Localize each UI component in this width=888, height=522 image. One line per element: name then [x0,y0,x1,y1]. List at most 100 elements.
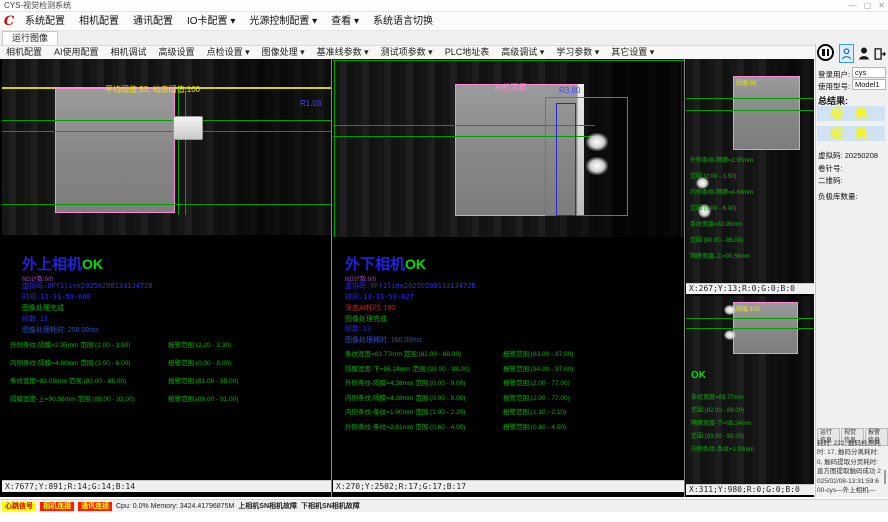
camera-image-upper[interactable]: 平均阈值:93, 动态阈值:100 R1.03 [2,59,331,235]
model-field[interactable]: Model1 [852,79,886,90]
result-ok-label: OK [691,370,706,381]
menu-bar: C 系统配置 相机配置 通讯配置 IO卡配置 ▾ 光源控制配置 ▾ 查看 ▾ 系… [0,13,888,31]
roi-measure-blue-rect [556,103,576,216]
tool-advanced-settings[interactable]: 高级设置 [153,46,201,59]
menu-light-config[interactable]: 光源控制配置 ▾ [242,13,324,30]
alarm-range: 报警范围:(94.00 - 97.00) [503,363,573,373]
alarm-range: 报警范围:(2.00 - 77.00) [503,392,570,402]
model-label: 使用型号: [818,81,850,92]
log-text-area[interactable]: 耗时: 222, 触码检测耗时: 17, 触码分离耗时: 0, 触码提取分页耗时… [817,439,881,495]
tool-image-processing[interactable]: 图像处理 ▾ [256,46,311,59]
minimize-icon[interactable]: — [849,0,857,12]
exit-button[interactable] [872,44,887,63]
measure-value: 条纹宽度=83.05mm 范围:(80.00 - 86.00) [10,375,168,385]
maximize-icon[interactable]: ▢ [864,0,872,12]
panel-divider [331,59,332,497]
tool-baseline-params[interactable]: 基准线参数 ▾ [311,46,375,59]
measure-mark-label: R1.03 [300,99,321,108]
measure-value: 条纹宽度=83.77mm 范围:(82.00 - 88.00) [345,348,503,358]
measurement-row: 隔膜宽度-上=90.56mm 范围:(88.00 - 92.00) 报警范围:(… [10,393,328,403]
status-bar: 心跳信号 相机连接 通讯连接 Cpu: 0.0% Memory: 3424.41… [0,499,888,512]
threshold-overlay-label: 阈值:100 [736,304,760,313]
tab-strip: 运行图像 [0,31,888,46]
operator-mode-button[interactable] [839,44,854,63]
time-line: 时间:13-31-59-600 [22,292,91,302]
alarm-range: 报警范围:(0.00 - 8.00) [168,357,231,367]
barcode-line: 虚拟码:0Ff1line2025020813313472B [22,281,153,291]
login-user-field[interactable]: cys [852,67,886,78]
tool-learning-params[interactable]: 学习参数 ▾ [550,46,605,59]
thumbnail-panel-top: 阈值:93 外侧条纹-隔膜=2.95mm 范围:(2.00 - 3.50) 内侧… [686,59,814,294]
window-title: CYS-视觉检测系统 [4,1,71,10]
pin-number-label: 卷针号: [818,163,843,174]
tool-advanced-debug[interactable]: 高级调试 ▾ [495,46,550,59]
menu-view[interactable]: 查看 ▾ [324,13,366,30]
tool-testitem-params[interactable]: 测试项参数 ▾ [375,46,439,59]
measure-value: 隔膜宽度-上=90.56mm 范围:(88.00 - 92.00) [10,393,168,403]
glint-spot [724,305,736,315]
tool-other-settings[interactable]: 其它设置 ▾ [605,46,660,59]
measure-value: 外侧条纹-条纹=2.61mm 范围:(0.60 - 4.00) [345,421,503,431]
measure-value: 外侧条纹-隔膜=2.95mm 范围:(2.00 - 3.50) [10,339,168,349]
result-box-upper: 结 果 [817,106,885,121]
camera-panel-lower: AI检测框 R3.80 外下相机OK NG计数:0/0 虚拟码:0Ff1line… [333,59,684,492]
qr-code-label: 二维码: [818,175,843,186]
camera-image-lower[interactable]: AI检测框 R3.80 [333,59,684,237]
result-box-lower: 结 果 [817,126,885,141]
thumb-measure-line: 条纹宽度=83.05mm [690,219,743,228]
glint-spot [586,133,608,151]
measurement-row: 外侧条纹-隔膜=2.95mm 范围:(2.00 - 3.50) 报警范围:(2.… [10,339,328,349]
measure-value: 内侧条纹-条纹=1.90mm 范围:(1.00 - 2.20) [345,406,503,416]
frames-line: 帧数: 13 [22,314,48,324]
menu-camera-config[interactable]: 相机配置 [72,13,126,30]
measurement-row: 内侧条纹-条纹=1.90mm 范围:(1.00 - 2.20) 报警范围:(1.… [345,406,675,416]
baseline-3 [2,204,331,205]
thumb-measure-line: 内侧条纹-条纹=1.90mm [691,444,754,453]
menu-language-switch[interactable]: 系统语言切换 [366,13,440,30]
log-scrollbar[interactable] [884,470,886,484]
menu-io-config[interactable]: IO卡配置 ▾ [180,13,242,30]
pixel-coordinate-caption: X:311;Y:980;R:0;G:0;B:0 [686,484,814,495]
tool-camera-debug[interactable]: 相机调试 [105,46,153,59]
tab-run-image[interactable]: 运行图像 [2,31,58,45]
measurement-row: 隔膜宽度-下=95.24mm 范围:(93.00 - 98.00) 报警范围:(… [345,363,675,373]
thumb-measure-line: 范围:(93.00 - 98.00) [691,431,744,440]
baseline-2 [686,328,814,329]
window-controls: — ▢ ✕ [849,0,885,12]
tool-plc-address[interactable]: PLC地址表 [439,46,496,59]
frame-line-left [334,60,335,237]
negative-count-label: 负极库数量: [818,191,858,202]
menu-comm-config[interactable]: 通讯配置 [126,13,180,30]
tool-camera-config[interactable]: 相机配置 [0,46,48,59]
threshold-overlay-label: 阈值:93 [736,78,756,87]
edge-line-1 [178,88,179,215]
tool-spotcheck-settings[interactable]: 点检设置 ▾ [201,46,256,59]
person-filled-icon [858,46,870,61]
thumbnail-image-bottom[interactable]: 阈值:100 OK 条纹宽度=83.77mm 范围:(82.00 - 88.00… [686,296,814,484]
thumb-measure-line: 内侧条纹-隔膜=4.60mm [690,187,753,196]
baseline-2 [2,131,331,132]
thumb-measure-line: 范围:(80.00 - 86.00) [690,235,743,244]
frames-line: 帧数: 13 [345,324,371,334]
camera-name-label: 外上相机 [22,256,82,273]
thumb-measure-line: 隔膜宽度-下=95.24mm [691,418,752,427]
virtual-code-label: 虚拟码: 20250208 [818,150,878,161]
panel-divider [684,59,685,497]
cpu-memory-text: Cpu: 0.0% Memory: 3424.41796875M [116,503,234,510]
virtual-code-value: 20250208 [845,151,878,160]
baseline-1 [686,318,814,319]
menu-system-config[interactable]: 系统配置 [18,13,72,30]
exit-door-icon [873,46,887,62]
measure-mark-label: R3.80 [559,86,580,95]
pause-button[interactable] [817,44,834,61]
alarm-range: 报警范围:(2.20 - 3.30) [168,339,231,349]
tool-ai-config[interactable]: AI使用配置 [48,46,105,59]
admin-mode-button[interactable] [857,45,870,62]
glint-spot [586,157,608,175]
measure-value: 内侧条纹-隔膜=4.38mm 范围:(0.00 - 9.00) [345,392,503,402]
alarm-range: 报警范围:(0.60 - 4.00) [503,421,566,431]
thumbnail-image-top[interactable]: 阈值:93 外侧条纹-隔膜=2.95mm 范围:(2.00 - 3.50) 内侧… [686,59,814,283]
close-icon[interactable]: ✕ [878,0,885,12]
result-ok-label: OK [405,256,426,272]
time-line: 时间:13-31-59-627 [345,292,414,302]
